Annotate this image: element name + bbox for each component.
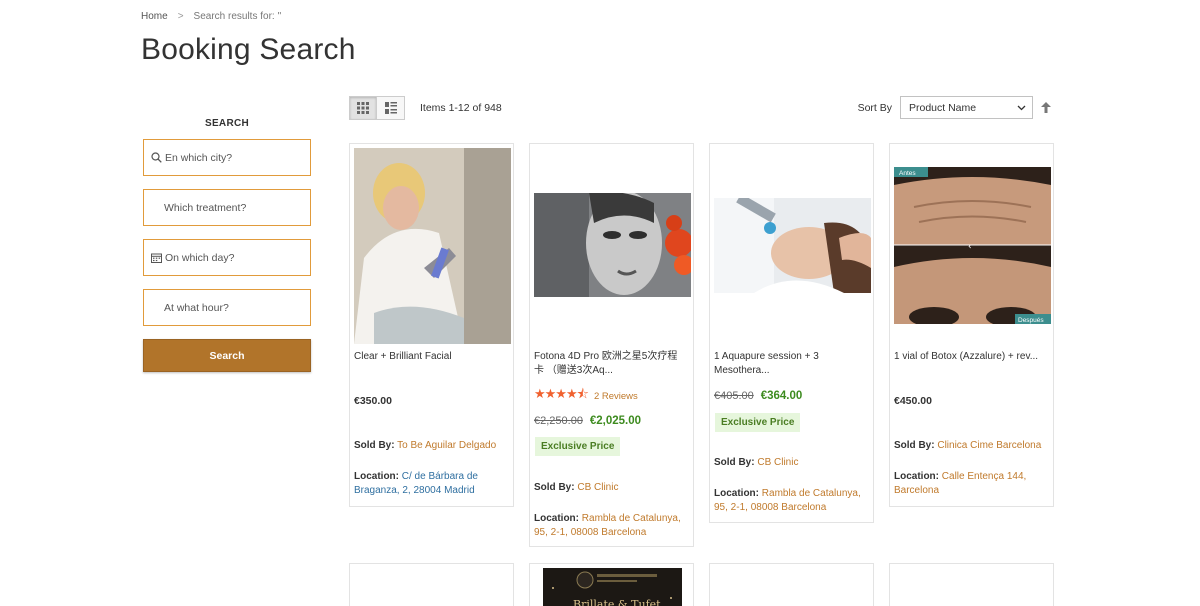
search-sidebar: SEARCH En which city? Which treatment? O… [143,118,311,372]
search-icon [149,151,163,165]
product-image[interactable] [534,193,691,297]
product-name[interactable]: 1 vial of Botox (Azzalure) + rev... [894,350,1047,364]
breadcrumb: Home > Search results for: '' [141,11,281,22]
arrow-up-icon [1041,102,1051,113]
list-icon [384,102,397,114]
day-input[interactable]: On which day? [143,239,311,276]
sidebar-title: SEARCH [204,118,250,129]
product-card[interactable]: Fotona 4D Pro 欧洲之星5次疗程卡 （赠送3次Aq... ★★★★⯪… [529,143,694,547]
hour-input-placeholder: At what hour? [164,301,229,314]
seller-link[interactable]: CB Clinic [577,482,618,493]
rating-stars: ★★★★⯪ [534,386,589,401]
breadcrumb-separator: > [177,11,184,22]
product-card[interactable] [889,563,1054,606]
exclusive-badge: Exclusive Price [535,437,621,456]
location-label: Location: [354,471,399,482]
grid-icon [357,102,369,114]
breadcrumb-home-link[interactable]: Home [141,11,168,22]
product-price: €450.00 [894,395,932,407]
sort-direction-button[interactable] [1037,99,1055,117]
banner-text: Brillate & Tufet [573,598,661,606]
sort-by-select[interactable]: Product Name [900,96,1033,119]
sort-by-label: Sort By [857,101,892,114]
special-price: €2,025.00 [589,415,642,427]
location: Location: Rambla de Catalunya, 95, 2-1, … [534,512,687,540]
product-card[interactable]: 1 Aquapure session + 3 Mesothera... €405… [709,143,874,523]
list-view-button[interactable] [377,96,405,120]
product-image[interactable]: Antes Después ‹ [894,167,1051,324]
city-input[interactable]: En which city? [143,139,311,176]
sort-by-value: Product Name [909,101,977,114]
product-card[interactable]: Clear + Brilliant Facial €350.00 Sold By… [349,143,514,507]
image-label-before: Antes [899,170,916,177]
location: Location: Calle Entença 144, Barcelona [894,470,1047,498]
product-price: €2,250.00 €2,025.00 [534,415,641,427]
product-name[interactable]: Clear + Brilliant Facial [354,350,507,364]
sold-by: Sold By: To Be Aguilar Delgado [354,439,507,453]
sold-by-label: Sold By: [354,440,395,451]
special-price: €364.00 [760,390,803,402]
product-card[interactable] [349,563,514,606]
old-price: €2,250.00 [534,415,583,427]
items-count: Items 1-12 of 948 [420,102,502,114]
sold-by-label: Sold By: [714,457,755,468]
product-price: €405.00 €364.00 [714,390,802,402]
day-input-placeholder: On which day? [165,251,235,264]
grid-view-button[interactable] [349,96,377,120]
sold-by-label: Sold By: [894,440,935,451]
rating: ★★★★⯪ 2 Reviews [534,385,638,407]
svg-text:‹: ‹ [968,242,972,252]
products-toolbar: Items 1-12 of 948 Sort By Product Name [349,96,1055,120]
sold-by: Sold By: Clinica Cime Barcelona [894,439,1047,453]
location-label: Location: [714,488,759,499]
treatment-input[interactable]: Which treatment? [143,189,311,226]
city-input-placeholder: En which city? [165,151,233,164]
breadcrumb-current: Search results for: '' [193,11,282,22]
view-mode-switcher [349,96,405,120]
product-card[interactable]: Antes Después ‹ 1 vial of Botox (Azzalur… [889,143,1054,507]
sold-by-label: Sold By: [534,482,575,493]
seller-link[interactable]: CB Clinic [757,457,798,468]
seller-link[interactable]: Clinica Cime Barcelona [937,440,1041,451]
chevron-down-icon [1017,105,1026,110]
location-label: Location: [894,471,939,482]
search-button[interactable]: Search [143,339,311,372]
treatment-input-placeholder: Which treatment? [164,201,247,214]
image-label-after: Después [1018,317,1044,324]
product-card[interactable] [709,563,874,606]
location-label: Location: [534,513,579,524]
page-title: Booking Search [141,33,356,66]
sorter: Sort By Product Name [858,96,1055,119]
product-name[interactable]: 1 Aquapure session + 3 Mesothera... [714,350,867,378]
exclusive-badge: Exclusive Price [715,413,801,432]
calendar-icon [149,251,163,265]
product-image[interactable] [354,148,511,344]
product-image[interactable]: Brillate & Tufet [543,568,682,606]
reviews-link[interactable]: 2 Reviews [594,391,638,402]
product-image[interactable] [714,198,871,293]
product-name[interactable]: Fotona 4D Pro 欧洲之星5次疗程卡 （赠送3次Aq... [534,350,687,378]
product-card[interactable]: Brillate & Tufet [529,563,694,606]
sold-by: Sold By: CB Clinic [534,481,687,495]
location: Location: Rambla de Catalunya, 95, 2-1, … [714,487,867,515]
sold-by: Sold By: CB Clinic [714,456,867,470]
hour-input[interactable]: At what hour? [143,289,311,326]
seller-link[interactable]: To Be Aguilar Delgado [397,440,496,451]
old-price: €405.00 [714,390,754,402]
location: Location: C/ de Bárbara de Braganza, 2, … [354,470,507,498]
product-price: €350.00 [354,395,392,407]
